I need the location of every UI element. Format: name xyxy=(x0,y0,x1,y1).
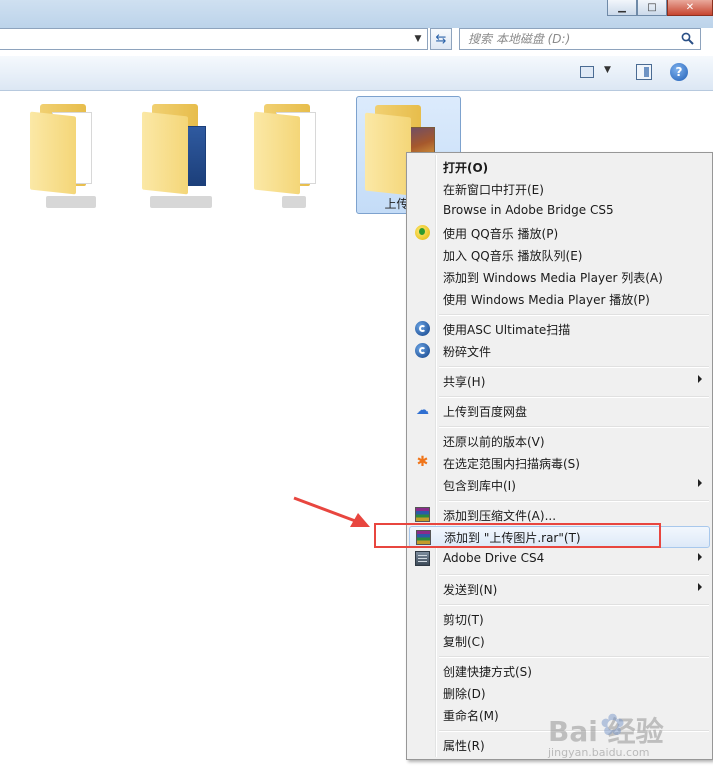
menu-item-label: 打开(O) xyxy=(443,161,489,175)
menu-item-label: 删除(D) xyxy=(443,687,486,701)
menu-item-label: 上传到百度网盘 xyxy=(443,405,528,419)
menu-item-label: 在新窗口中打开(E) xyxy=(443,183,544,197)
menu-item-delete[interactable]: 删除(D) xyxy=(409,682,710,704)
menu-item-adobe-bridge[interactable]: Browse in Adobe Bridge CS5 xyxy=(409,200,710,222)
baidu-paw-icon: ✿ xyxy=(600,708,626,743)
search-icon[interactable] xyxy=(681,32,694,49)
winrar-icon xyxy=(415,507,430,522)
folder-front-panel xyxy=(142,111,188,195)
menu-item-label: 加入 QQ音乐 播放队列(E) xyxy=(443,249,583,263)
search-box[interactable] xyxy=(459,28,701,50)
minimize-icon: ▁ xyxy=(618,2,626,13)
chevron-down-icon[interactable]: ▼ xyxy=(411,32,425,46)
address-row: ▼ ⇆ xyxy=(0,28,713,50)
menu-item-asc-scan[interactable]: 使用ASC Ultimate扫描 xyxy=(409,318,710,340)
baidu-jingyan-watermark: Bai 经验 ✿ jingyan.baidu.com xyxy=(548,704,713,764)
command-bar: ▼ ? xyxy=(0,56,713,91)
context-menu: 打开(O) 在新窗口中打开(E) Browse in Adobe Bridge … xyxy=(406,152,713,760)
menu-separator xyxy=(439,500,709,502)
menu-separator xyxy=(439,396,709,398)
menu-item-label: 发送到(N) xyxy=(443,583,498,597)
menu-item-label: 添加到 Windows Media Player 列表(A) xyxy=(443,271,663,285)
menu-item-label: 使用 QQ音乐 播放(P) xyxy=(443,227,559,241)
menu-item-label: 复制(C) xyxy=(443,635,485,649)
menu-item-label: 剪切(T) xyxy=(443,613,484,627)
folder-front-panel xyxy=(30,111,76,195)
menu-item-share[interactable]: 共享(H) xyxy=(409,370,710,392)
asc-icon xyxy=(415,343,430,358)
menu-item-open-new-window[interactable]: 在新窗口中打开(E) xyxy=(409,178,710,200)
menu-item-label: 属性(R) xyxy=(443,739,485,753)
folder-item[interactable] xyxy=(246,96,346,214)
menu-separator xyxy=(439,604,709,606)
menu-separator xyxy=(439,366,709,368)
menu-item-label: 使用 Windows Media Player 播放(P) xyxy=(443,293,650,307)
menu-separator xyxy=(439,656,709,658)
menu-item-qq-queue[interactable]: 加入 QQ音乐 播放队列(E) xyxy=(409,244,710,266)
menu-item-adobe-drive[interactable]: Adobe Drive CS4 xyxy=(409,548,710,570)
refresh-button[interactable]: ⇆ xyxy=(430,28,452,50)
menu-separator xyxy=(439,574,709,576)
watermark-url: jingyan.baidu.com xyxy=(548,746,650,759)
menu-item-qq-play[interactable]: 使用 QQ音乐 播放(P) xyxy=(409,222,710,244)
minimize-button[interactable]: ▁ xyxy=(607,0,637,16)
blurred-folder-label xyxy=(282,196,306,208)
menu-item-label: 共享(H) xyxy=(443,375,486,389)
blurred-folder-label xyxy=(46,196,96,208)
asc-icon xyxy=(415,321,430,336)
menu-item-wmp-add[interactable]: 添加到 Windows Media Player 列表(A) xyxy=(409,266,710,288)
submenu-arrow-icon xyxy=(698,553,702,561)
preview-pane-icon[interactable] xyxy=(636,64,652,80)
menu-item-label: 在选定范围内扫描病毒(S) xyxy=(443,457,580,471)
menu-item-label: 包含到库中(I) xyxy=(443,479,516,493)
menu-item-label: Adobe Drive CS4 xyxy=(443,551,545,565)
menu-item-wmp-play[interactable]: 使用 Windows Media Player 播放(P) xyxy=(409,288,710,310)
maximize-icon: □ xyxy=(647,2,657,13)
menu-item-virus-scan[interactable]: ✱ 在选定范围内扫描病毒(S) xyxy=(409,452,710,474)
menu-item-label: 使用ASC Ultimate扫描 xyxy=(443,323,571,337)
menu-item-create-shortcut[interactable]: 创建快捷方式(S) xyxy=(409,660,710,682)
menu-item-label: 添加到压缩文件(A)... xyxy=(443,509,557,523)
menu-item-label: 粉碎文件 xyxy=(443,345,492,359)
close-icon: ✕ xyxy=(685,2,695,13)
menu-item-include-library[interactable]: 包含到库中(I) xyxy=(409,474,710,496)
folder-item[interactable] xyxy=(22,96,122,214)
submenu-arrow-icon xyxy=(698,375,702,383)
close-button[interactable]: ✕ xyxy=(667,0,713,16)
avast-icon: ✱ xyxy=(416,454,429,470)
menu-separator xyxy=(439,314,709,316)
baidu-netdisk-icon: ☁ xyxy=(416,403,429,418)
folder-front-panel xyxy=(365,112,411,196)
chevron-down-icon[interactable]: ▼ xyxy=(604,65,611,75)
menu-item-copy[interactable]: 复制(C) xyxy=(409,630,710,652)
folder-item[interactable] xyxy=(134,96,234,214)
window-title-bar: ▁ □ ✕ xyxy=(0,0,713,28)
menu-item-label: 重命名(M) xyxy=(443,709,499,723)
qq-music-icon xyxy=(415,225,430,240)
menu-separator xyxy=(439,426,709,428)
view-options-icon[interactable] xyxy=(580,66,594,78)
menu-item-restore-versions[interactable]: 还原以前的版本(V) xyxy=(409,430,710,452)
help-icon[interactable]: ? xyxy=(670,63,688,81)
menu-item-label: Browse in Adobe Bridge CS5 xyxy=(443,203,614,217)
menu-item-label: 创建快捷方式(S) xyxy=(443,665,532,679)
maximize-button[interactable]: □ xyxy=(637,0,667,16)
adobe-drive-icon xyxy=(415,551,430,566)
menu-item-baidu-upload[interactable]: ☁ 上传到百度网盘 xyxy=(409,400,710,422)
submenu-arrow-icon xyxy=(698,479,702,487)
refresh-icon: ⇆ xyxy=(435,31,447,47)
address-bar[interactable]: ▼ xyxy=(0,28,428,50)
annotation-highlight-box xyxy=(374,523,661,548)
menu-item-send-to[interactable]: 发送到(N) xyxy=(409,578,710,600)
annotation-arrow-icon xyxy=(293,496,370,527)
search-input[interactable] xyxy=(468,32,668,46)
blurred-folder-label xyxy=(150,196,212,208)
menu-item-label: 还原以前的版本(V) xyxy=(443,435,545,449)
menu-item-cut[interactable]: 剪切(T) xyxy=(409,608,710,630)
window-controls: ▁ □ ✕ xyxy=(607,0,713,16)
menu-item-shred[interactable]: 粉碎文件 xyxy=(409,340,710,362)
menu-item-open[interactable]: 打开(O) xyxy=(409,156,710,178)
folder-front-panel xyxy=(254,111,300,195)
submenu-arrow-icon xyxy=(698,583,702,591)
